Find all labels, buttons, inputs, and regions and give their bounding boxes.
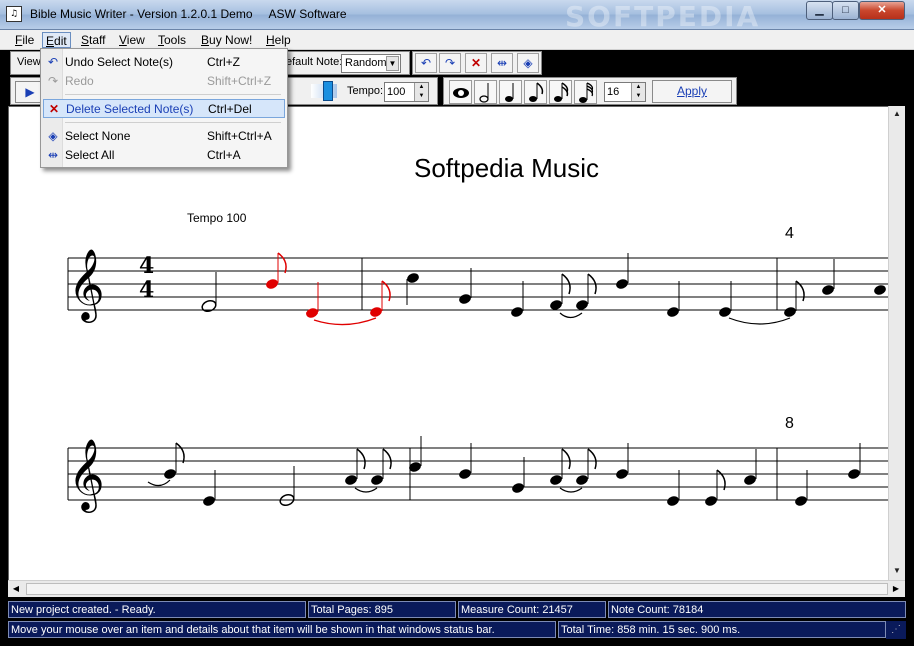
note[interactable]: [370, 474, 384, 487]
staff-2: [67, 447, 888, 501]
scroll-right-icon[interactable]: ▶: [888, 581, 904, 597]
note[interactable]: [510, 306, 524, 319]
note[interactable]: [549, 299, 563, 312]
undo-icon: ↶: [47, 55, 59, 69]
delete-icon: ✕: [48, 102, 60, 116]
note[interactable]: [163, 468, 177, 481]
scroll-left-icon[interactable]: ◀: [8, 581, 24, 597]
edit-menu-dropdown: ↶ Undo Select Note(s) Ctrl+Z ↷ Redo Shif…: [40, 48, 288, 168]
note[interactable]: [794, 495, 808, 508]
note[interactable]: [743, 474, 757, 487]
note[interactable]: [575, 474, 589, 487]
vertical-scrollbar[interactable]: ▲ ▼: [888, 106, 905, 580]
select-all-icon: ⇹: [47, 148, 59, 162]
staff-1: [67, 257, 888, 311]
note[interactable]: [873, 284, 887, 297]
note[interactable]: [344, 474, 358, 487]
status-measure-count: Measure Count: 21457: [458, 601, 606, 618]
scroll-up-icon[interactable]: ▲: [889, 106, 905, 122]
select-none-icon: ◈: [48, 129, 58, 143]
note[interactable]: [458, 468, 472, 481]
note[interactable]: [615, 278, 629, 291]
resize-grip-icon[interactable]: ⋰: [886, 621, 906, 639]
note[interactable]: [821, 284, 835, 297]
treble-clef-icon: 𝄞: [68, 247, 105, 323]
note[interactable]: [202, 495, 216, 508]
horizontal-scroll-thumb[interactable]: [26, 583, 888, 595]
note[interactable]: [666, 495, 680, 508]
note[interactable]: [847, 468, 861, 481]
note[interactable]: [575, 299, 589, 312]
selected-note[interactable]: [265, 278, 279, 291]
status-note-count: Note Count: 78184: [608, 601, 906, 618]
note[interactable]: [458, 293, 472, 306]
menu-item-select-none[interactable]: ◈ Select None Shift+Ctrl+A: [43, 127, 285, 146]
notes-staff-1: [201, 252, 887, 326]
note[interactable]: [718, 306, 732, 319]
menu-item-select-all[interactable]: ⇹ Select All Ctrl+A: [43, 146, 285, 165]
note[interactable]: [201, 299, 218, 313]
time-signature-top: 4: [139, 253, 155, 279]
status-hint: Move your mouse over an item and details…: [8, 621, 556, 638]
redo-icon: ↷: [47, 74, 59, 88]
selected-note[interactable]: [369, 306, 383, 319]
note[interactable]: [549, 474, 563, 487]
horizontal-scrollbar[interactable]: ◀ ▶: [8, 580, 905, 597]
treble-clef-icon: 𝄞: [68, 437, 105, 513]
menu-item-redo[interactable]: ↷ Redo Shift+Ctrl+Z: [43, 72, 285, 91]
note[interactable]: [511, 482, 525, 495]
time-signature-bottom: 4: [139, 277, 155, 303]
note[interactable]: [704, 495, 718, 508]
note[interactable]: [615, 468, 629, 481]
scroll-down-icon[interactable]: ▼: [889, 563, 905, 579]
status-total-time: Total Time: 858 min. 15 sec. 900 ms.: [558, 621, 886, 638]
status-total-pages: Total Pages: 895: [308, 601, 456, 618]
menu-item-delete-selected[interactable]: ✕ Delete Selected Note(s) Ctrl+Del: [43, 99, 285, 118]
note[interactable]: [406, 272, 420, 285]
note[interactable]: [666, 306, 680, 319]
note[interactable]: [783, 306, 797, 319]
menu-item-undo[interactable]: ↶ Undo Select Note(s) Ctrl+Z: [43, 53, 285, 72]
status-message: New project created. - Ready.: [8, 601, 306, 618]
notes-staff-2: [147, 436, 861, 508]
